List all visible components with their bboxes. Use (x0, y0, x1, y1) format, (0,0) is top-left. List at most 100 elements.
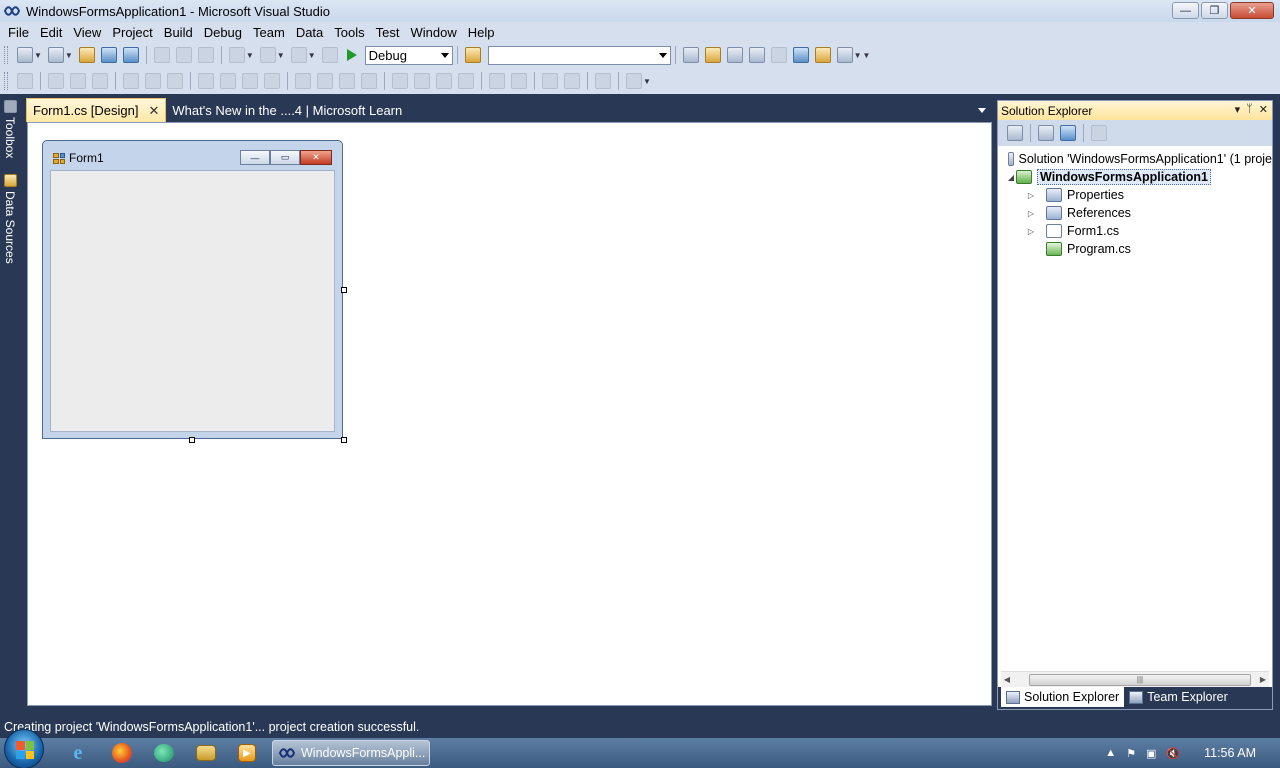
close-button[interactable]: ✕ (1230, 2, 1274, 19)
toolbar-grip[interactable] (4, 46, 8, 64)
scroll-right-icon[interactable]: ▶ (1257, 675, 1269, 684)
chevron-down-icon[interactable]: ▼ (854, 51, 862, 60)
paste-icon[interactable] (197, 47, 214, 63)
refresh-icon[interactable] (1060, 125, 1076, 141)
media-player-icon[interactable]: ▶ (238, 744, 256, 762)
add-item-icon[interactable] (47, 47, 64, 63)
tab-team-explorer[interactable]: Team Explorer (1124, 687, 1233, 707)
menu-edit[interactable]: Edit (36, 25, 69, 40)
horizontal-scrollbar[interactable]: ◀ ||| ▶ (1001, 671, 1269, 687)
start-button[interactable] (4, 729, 44, 768)
toolbox-tab[interactable]: Toolbox (3, 100, 17, 158)
send-to-back-icon[interactable] (564, 73, 580, 89)
vertical-spacing-remove-icon[interactable] (458, 73, 474, 89)
taskbar-button-visual-studio[interactable]: WindowsFormsAppli... (272, 740, 430, 766)
close-panel-icon[interactable]: ✕ (1259, 103, 1268, 116)
align-bottoms-icon[interactable] (167, 73, 183, 89)
find-combo[interactable] (487, 45, 671, 65)
navigate-forward-icon[interactable] (321, 47, 338, 63)
messenger-icon[interactable] (154, 744, 174, 762)
window-position-menu-icon[interactable]: ▾ (1235, 103, 1241, 116)
menu-build[interactable]: Build (160, 25, 200, 40)
menu-debug[interactable]: Debug (200, 25, 249, 40)
restore-button[interactable]: ❐ (1201, 2, 1228, 19)
vertical-spacing-increase-icon[interactable] (414, 73, 430, 89)
size-to-grid-icon[interactable] (264, 73, 280, 89)
menu-project[interactable]: Project (108, 25, 159, 40)
tree-node-program[interactable]: Program.cs (998, 240, 1272, 258)
resize-handle-bottom-right[interactable] (341, 437, 347, 443)
align-middles-icon[interactable] (145, 73, 161, 89)
tab-form1-design[interactable]: Form1.cs [Design] ✕ (26, 98, 167, 122)
resize-handle-right[interactable] (341, 287, 347, 293)
scrollbar-thumb[interactable]: ||| (1029, 673, 1251, 686)
collapse-arrow-icon[interactable]: ◢ (1006, 173, 1016, 182)
properties-icon[interactable] (1007, 125, 1023, 141)
cut-icon[interactable] (153, 47, 170, 63)
toolbox-icon[interactable] (770, 47, 787, 63)
tree-node-project[interactable]: ◢ WindowsFormsApplication1 (998, 168, 1272, 186)
close-tab-icon[interactable]: ✕ (148, 103, 159, 119)
chevron-down-icon[interactable]: ▼ (65, 51, 73, 60)
horizontal-spacing-remove-icon[interactable] (361, 73, 377, 89)
resize-handle-bottom[interactable] (189, 437, 195, 443)
align-tops-icon[interactable] (123, 73, 139, 89)
start-page-icon[interactable] (792, 47, 809, 63)
action-center-flag-icon[interactable]: ⚑ (1126, 747, 1136, 760)
horizontal-spacing-decrease-icon[interactable] (339, 73, 355, 89)
menu-tools[interactable]: Tools (330, 25, 371, 40)
menu-file[interactable]: File (4, 25, 36, 40)
align-lefts-icon[interactable] (48, 73, 64, 89)
menu-team[interactable]: Team (249, 25, 292, 40)
file-explorer-icon[interactable] (196, 745, 216, 761)
tab-solution-explorer[interactable]: Solution Explorer (1001, 687, 1125, 707)
vertical-spacing-equal-icon[interactable] (392, 73, 408, 89)
align-centers-icon[interactable] (70, 73, 86, 89)
chevron-down-icon[interactable]: ▼ (277, 51, 285, 60)
expand-arrow-icon[interactable]: ▷ (1026, 227, 1036, 236)
tab-whats-new[interactable]: What's New in the ....4 | Microsoft Lear… (166, 98, 408, 122)
clock[interactable]: 11:56 AM (1204, 746, 1256, 760)
extension-manager-icon[interactable] (814, 47, 831, 63)
object-browser-icon[interactable] (726, 47, 743, 63)
toolbar-grip[interactable] (4, 72, 8, 90)
toolbar-options-icon[interactable]: ▼ (863, 51, 871, 60)
align-to-grid-icon[interactable] (17, 73, 33, 89)
tree-node-solution[interactable]: Solution 'WindowsFormsApplication1' (1 p… (998, 150, 1272, 168)
firefox-icon[interactable] (112, 743, 132, 763)
solution-explorer-icon[interactable] (682, 47, 699, 63)
menu-help[interactable]: Help (464, 25, 502, 40)
align-rights-icon[interactable] (92, 73, 108, 89)
designed-form[interactable]: Form1 — ▭ ✕ (42, 140, 343, 439)
network-icon[interactable]: ▣ (1146, 747, 1156, 760)
volume-muted-icon[interactable]: 🔇 (1166, 747, 1180, 760)
expand-arrow-icon[interactable]: ▷ (1026, 209, 1036, 218)
minimize-button[interactable]: — (1172, 2, 1199, 19)
make-same-width-icon[interactable] (198, 73, 214, 89)
make-same-size-icon[interactable] (242, 73, 258, 89)
tab-order-icon[interactable] (595, 73, 611, 89)
copy-icon[interactable] (175, 47, 192, 63)
auto-hide-pin-icon[interactable]: ᛘ (1246, 103, 1253, 116)
undo-icon[interactable] (228, 47, 245, 63)
save-icon[interactable] (100, 47, 117, 63)
lock-controls-icon[interactable] (626, 73, 642, 89)
find-in-files-icon[interactable] (464, 47, 481, 63)
center-vertically-icon[interactable] (511, 73, 527, 89)
horizontal-spacing-increase-icon[interactable] (317, 73, 333, 89)
menu-view[interactable]: View (69, 25, 108, 40)
active-files-dropdown-icon[interactable] (978, 108, 986, 113)
new-project-icon[interactable] (17, 47, 33, 63)
expand-arrow-icon[interactable]: ▷ (1026, 191, 1036, 200)
bring-to-front-icon[interactable] (542, 73, 558, 89)
team-explorer-icon[interactable] (748, 47, 765, 63)
tree-node-form1[interactable]: ▷ Form1.cs (998, 222, 1272, 240)
center-horizontally-icon[interactable] (489, 73, 505, 89)
command-window-icon[interactable] (836, 47, 853, 63)
chevron-down-icon[interactable]: ▼ (34, 51, 42, 60)
show-all-files-icon[interactable] (1038, 125, 1054, 141)
menu-data[interactable]: Data (292, 25, 330, 40)
tree-node-references[interactable]: ▷ References (998, 204, 1272, 222)
form-client-area[interactable] (50, 170, 335, 432)
menu-test[interactable]: Test (372, 25, 407, 40)
